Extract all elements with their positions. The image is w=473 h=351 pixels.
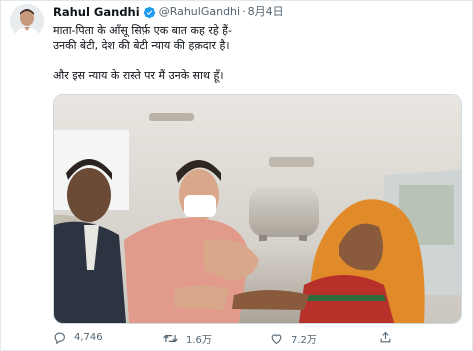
tweet-text: माता-पिता के आँसू सिर्फ़ एक बात कह रहे ह…	[53, 23, 453, 83]
share-button[interactable]	[379, 331, 400, 344]
reply-count: 4,746	[74, 332, 103, 343]
like-count: 7.2万	[291, 335, 317, 346]
avatar[interactable]	[10, 4, 44, 38]
retweet-count: 1.6万	[186, 335, 212, 346]
separator-dot: ·	[242, 5, 246, 18]
tweet-line: माता-पिता के आँसू सिर्फ़ एक बात कह रहे ह…	[53, 24, 232, 37]
tweet-line: और इस न्याय के रास्ते पर मैं उनके साथ हू…	[53, 69, 224, 82]
tweet-photo[interactable]	[53, 94, 462, 324]
verified-badge-icon	[143, 6, 156, 19]
share-icon	[380, 331, 391, 343]
tweet-actions: 4,746 1.6万 7.2万	[53, 331, 453, 347]
author-name[interactable]: Rahul Gandhi	[53, 5, 140, 19]
reply-icon	[54, 332, 65, 344]
author-handle[interactable]: @RahulGandhi	[159, 5, 240, 19]
car-interior-photo	[54, 95, 461, 323]
heart-icon	[271, 334, 282, 345]
tweet-date[interactable]: 8月4日	[248, 5, 284, 19]
avatar-image	[10, 4, 44, 38]
tweet-card[interactable]: Rahul Gandhi @RahulGandhi · 8月4日 माता-पि…	[0, 0, 473, 351]
tweet-line: उनकी बेटी, देश की बेटी न्याय की हक़दार ह…	[53, 39, 230, 52]
reply-button[interactable]: 4,746	[53, 331, 103, 344]
retweet-icon	[163, 334, 178, 343]
tweet-header: Rahul Gandhi @RahulGandhi · 8月4日	[53, 5, 284, 19]
retweet-button[interactable]: 1.6万	[163, 331, 212, 346]
like-button[interactable]: 7.2万	[270, 331, 317, 346]
